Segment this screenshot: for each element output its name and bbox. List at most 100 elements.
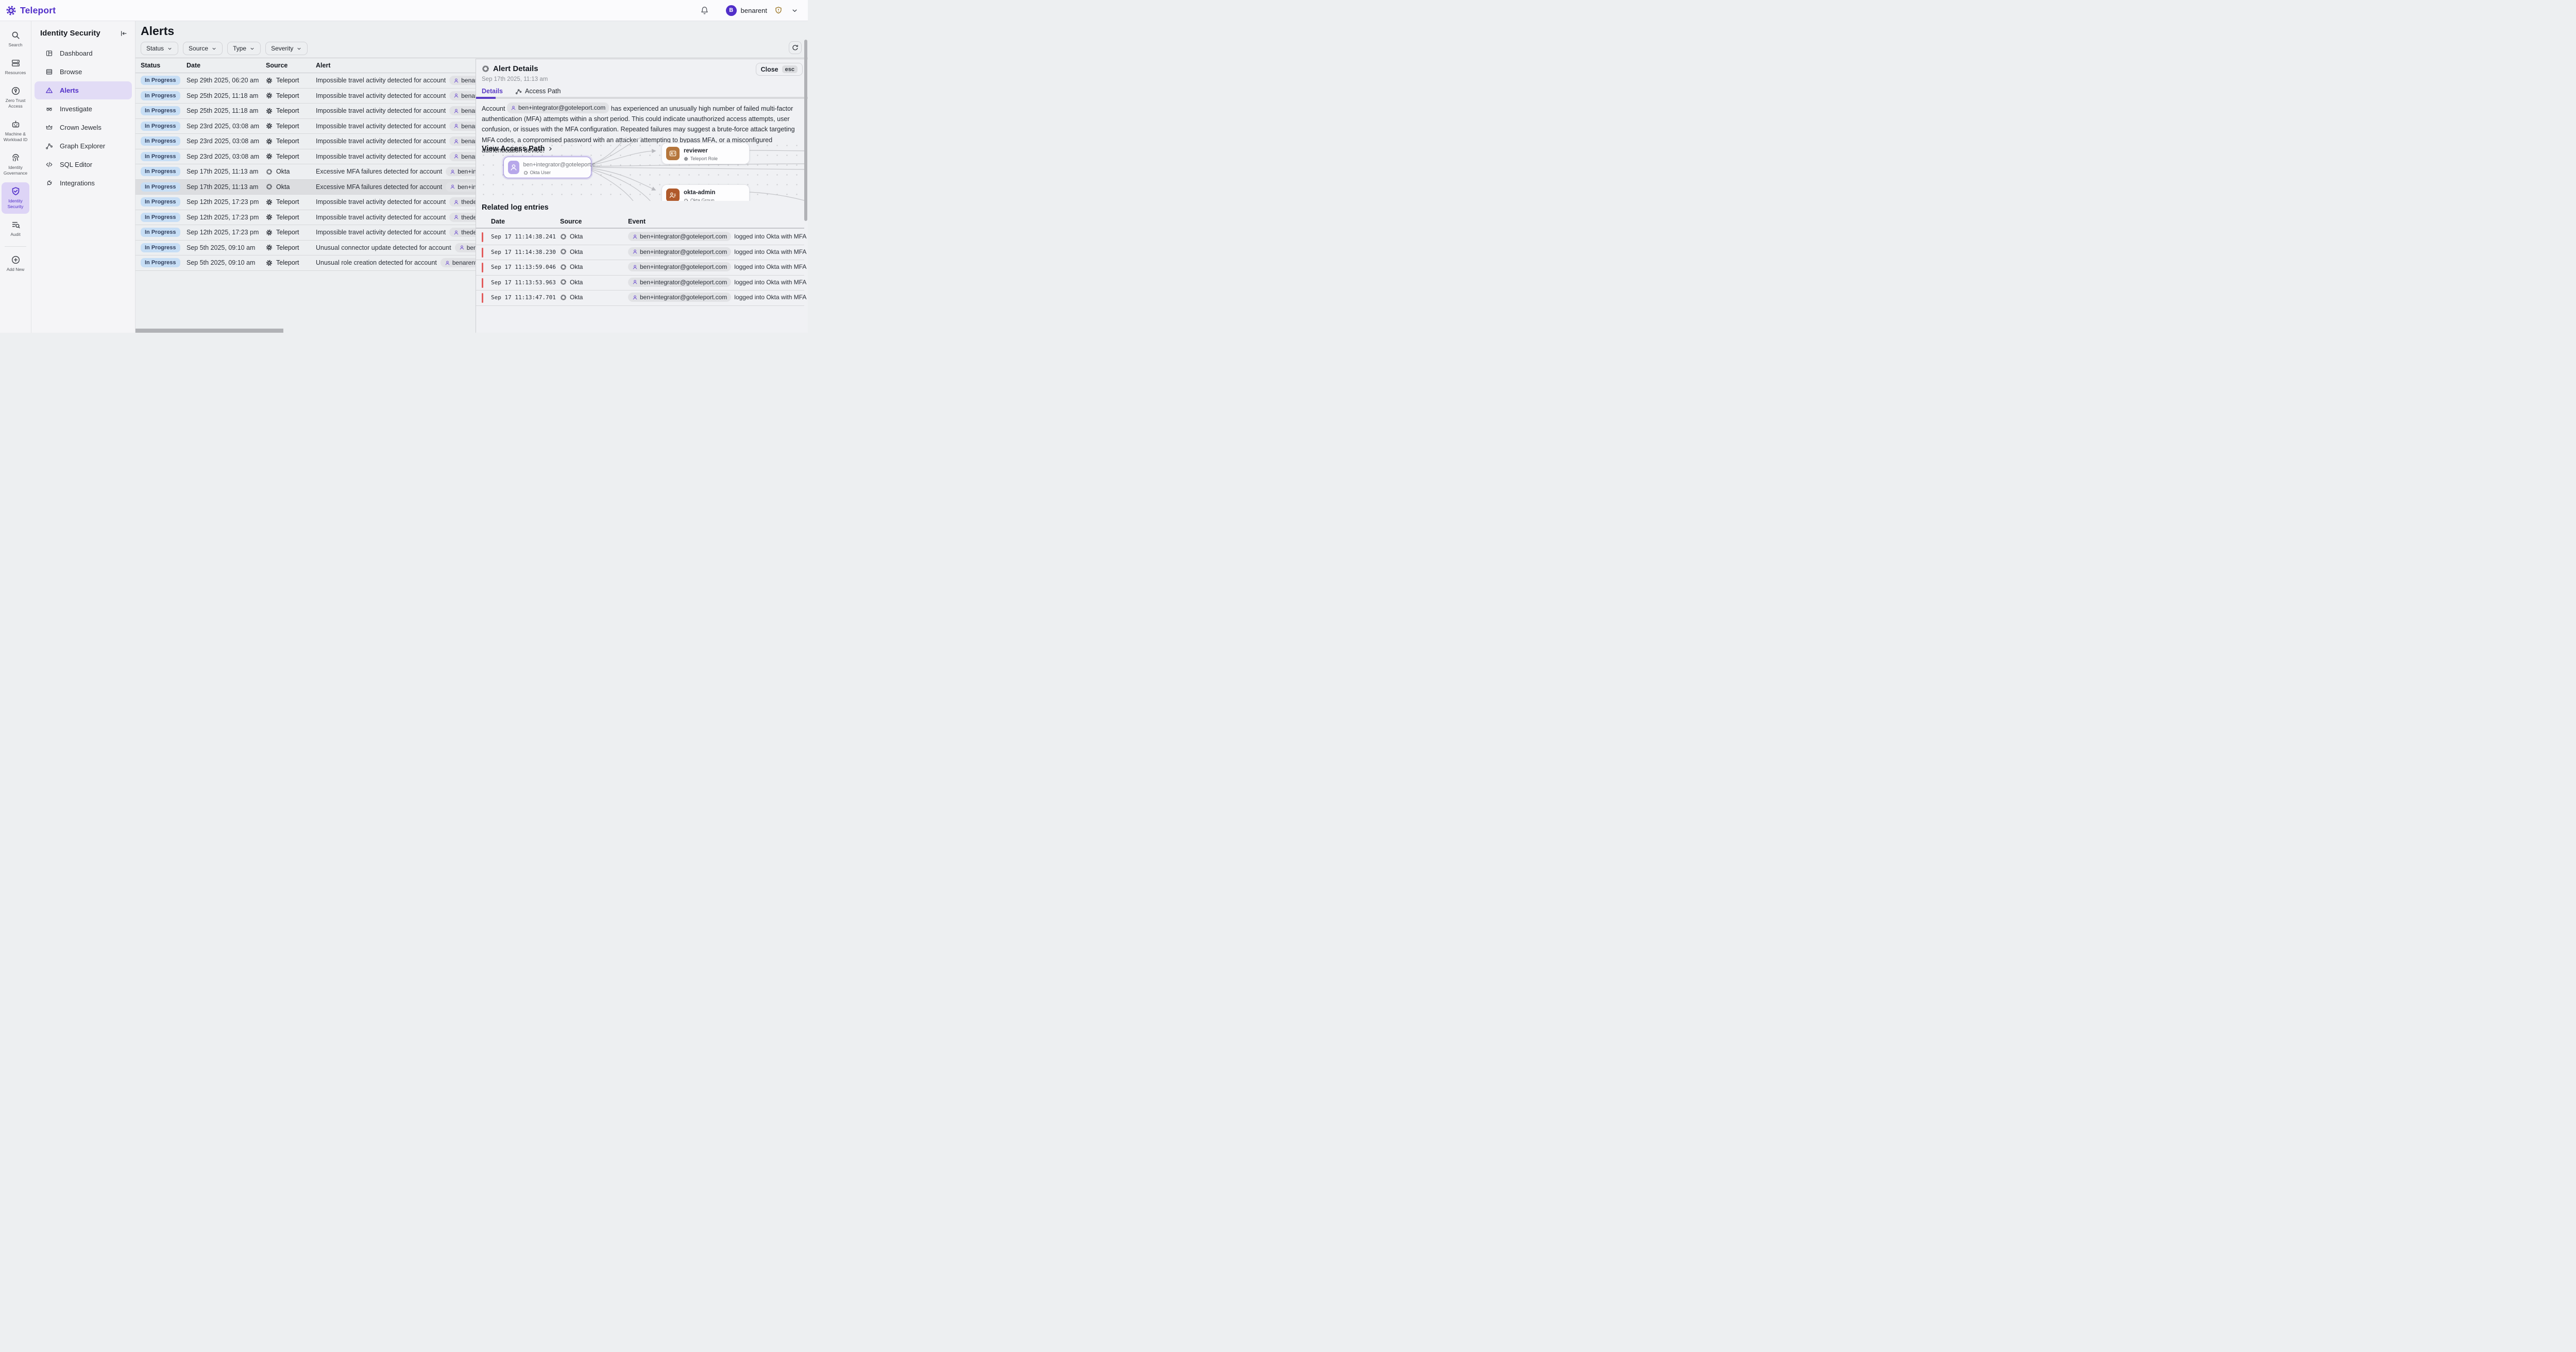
tab-details[interactable]: Details bbox=[482, 88, 503, 95]
filter-bar: Status Source Type Severity bbox=[141, 42, 308, 55]
node-okta-user[interactable]: ben+integrator@goteleport.c... Okta User bbox=[503, 157, 591, 178]
plus-circle-icon bbox=[11, 255, 21, 265]
warning-triangle-icon bbox=[45, 87, 53, 94]
source-icon bbox=[266, 92, 273, 99]
icon-rail: Search Resources Zero Trust Access Machi… bbox=[0, 21, 31, 333]
table-horizontal-scrollbar[interactable] bbox=[135, 329, 283, 333]
account-chip[interactable]: ben+integrator@goteleport.com bbox=[628, 293, 731, 302]
status-badge: In Progress bbox=[141, 76, 180, 85]
alert-date: Sep 5th 2025, 09:10 am bbox=[187, 259, 266, 266]
account-chip[interactable]: ben+integrator@goteleport.com bbox=[628, 262, 731, 271]
sidebar-item-crown-jewels[interactable]: Crown Jewels bbox=[35, 118, 132, 136]
sidebar-item-graph-explorer[interactable]: Graph Explorer bbox=[35, 137, 132, 155]
severity-filter-button[interactable]: Severity bbox=[265, 42, 308, 55]
log-row[interactable]: Sep 17 11:14:38.230 Okta ben+integrator@… bbox=[476, 245, 804, 261]
rail-item-zero-trust-access[interactable]: Zero Trust Access bbox=[2, 82, 29, 113]
user-icon bbox=[453, 139, 459, 144]
group-icon bbox=[666, 189, 680, 201]
log-row[interactable]: Sep 17 11:13:53.963 Okta ben+integrator@… bbox=[476, 276, 804, 291]
code-icon bbox=[45, 161, 53, 168]
rail-item-machine-workload-id[interactable]: Machine & Workload ID bbox=[2, 115, 29, 147]
tab-access-path[interactable]: Access Path bbox=[515, 88, 561, 95]
collapse-sidebar-icon[interactable] bbox=[120, 29, 128, 38]
status-filter-button[interactable]: Status bbox=[141, 42, 178, 55]
user-icon bbox=[453, 230, 459, 235]
graph-nodes-icon bbox=[515, 88, 522, 95]
okta-icon bbox=[523, 170, 528, 175]
account-chip[interactable]: ben+integrator@goteleport.com bbox=[507, 102, 609, 113]
user-icon bbox=[453, 153, 459, 159]
account-chip[interactable]: ben+integrator@goteleport.com bbox=[628, 232, 731, 241]
alert-details-panel: Alert Details Close esc Sep 17th 2025, 1… bbox=[476, 59, 808, 333]
log-event: ben+integrator@goteleport.com logged int… bbox=[628, 262, 806, 271]
severity-marker bbox=[482, 278, 483, 288]
log-date: Sep 17 11:13:53.963 bbox=[491, 279, 556, 286]
source-filter-button[interactable]: Source bbox=[183, 42, 223, 55]
source-icon bbox=[266, 168, 273, 175]
log-row[interactable]: Sep 17 11:14:38.241 Okta ben+integrator@… bbox=[476, 230, 804, 245]
robot-icon bbox=[11, 119, 21, 129]
tab-indicator-track bbox=[476, 97, 808, 99]
teleport-logo[interactable]: Teleport bbox=[0, 5, 56, 16]
refresh-button[interactable] bbox=[789, 41, 802, 54]
alert-source: Teleport bbox=[266, 92, 316, 99]
sidebar-item-integrations[interactable]: Integrations bbox=[35, 174, 132, 192]
alert-date: Sep 25th 2025, 11:18 am bbox=[187, 92, 266, 99]
okta-icon bbox=[684, 198, 688, 201]
rail-item-audit[interactable]: Audit bbox=[2, 216, 29, 242]
sidebar-item-alerts[interactable]: Alerts bbox=[35, 81, 132, 99]
account-chip[interactable]: ben+integrator@goteleport.com bbox=[628, 247, 731, 256]
node-reviewer[interactable]: reviewer Teleport Role bbox=[662, 143, 750, 164]
log-event: ben+integrator@goteleport.com logged int… bbox=[628, 232, 806, 241]
log-source: Okta bbox=[560, 294, 583, 301]
rail-item-search[interactable]: Search bbox=[2, 26, 29, 52]
brand-name: Teleport bbox=[20, 5, 56, 16]
status-badge: In Progress bbox=[141, 91, 180, 100]
source-icon bbox=[266, 260, 273, 266]
log-source: Okta bbox=[560, 263, 583, 270]
close-button[interactable]: Close esc bbox=[756, 63, 803, 76]
status-badge: In Progress bbox=[141, 167, 180, 176]
node-okta-admin[interactable]: okta-admin Okta Group bbox=[662, 184, 750, 201]
source-icon bbox=[266, 108, 273, 114]
account-chip[interactable]: benarent bbox=[440, 258, 481, 267]
okta-icon bbox=[560, 233, 567, 240]
teleport-gear-icon bbox=[6, 5, 16, 16]
type-filter-button[interactable]: Type bbox=[227, 42, 261, 55]
chevron-down-icon bbox=[249, 46, 255, 52]
status-badge: In Progress bbox=[141, 122, 180, 131]
log-row[interactable]: Sep 17 11:13:59.046 Okta ben+integrator@… bbox=[476, 260, 804, 276]
username: benarent bbox=[741, 7, 767, 14]
bell-icon[interactable] bbox=[700, 6, 709, 15]
log-row[interactable]: Sep 17 11:13:47.701 Okta ben+integrator@… bbox=[476, 290, 804, 306]
warning-shield-icon[interactable] bbox=[774, 6, 783, 14]
sidebar-item-dashboard[interactable]: Dashboard bbox=[35, 44, 132, 62]
view-access-path-link[interactable]: View Access Path bbox=[482, 145, 553, 153]
log-source: Okta bbox=[560, 279, 583, 286]
okta-icon bbox=[482, 65, 489, 73]
rail-item-identity-security[interactable]: Identity Security bbox=[2, 182, 29, 214]
account-chip[interactable]: ben+integrator@goteleport.com bbox=[628, 278, 731, 287]
user-icon bbox=[453, 123, 459, 129]
log-event: ben+integrator@goteleport.com logged int… bbox=[628, 293, 806, 302]
identity-security-sidebar: Identity Security Dashboard Browse Alert… bbox=[31, 21, 135, 333]
chevron-down-icon[interactable] bbox=[791, 7, 799, 14]
alert-date: Sep 12th 2025, 17:23 pm bbox=[187, 229, 266, 236]
log-source: Okta bbox=[560, 248, 583, 255]
severity-marker bbox=[482, 248, 483, 258]
alert-date: Sep 25th 2025, 11:18 am bbox=[187, 107, 266, 114]
rail-item-add-new[interactable]: Add New bbox=[2, 251, 29, 277]
sidebar-item-browse[interactable]: Browse bbox=[35, 63, 132, 81]
source-icon bbox=[266, 229, 273, 236]
rail-item-identity-governance[interactable]: Identity Governance bbox=[2, 149, 29, 180]
panel-vertical-scrollbar[interactable] bbox=[804, 40, 807, 221]
status-badge: In Progress bbox=[141, 213, 180, 222]
alert-source: Teleport bbox=[266, 153, 316, 160]
refresh-icon bbox=[791, 44, 799, 52]
avatar[interactable]: B bbox=[726, 5, 737, 16]
sidebar-item-investigate[interactable]: Investigate bbox=[35, 100, 132, 118]
user-icon bbox=[450, 184, 455, 190]
sidebar-item-sql-editor[interactable]: SQL Editor bbox=[35, 156, 132, 174]
rail-item-resources[interactable]: Resources bbox=[2, 54, 29, 80]
lock-circle-icon bbox=[11, 86, 21, 96]
